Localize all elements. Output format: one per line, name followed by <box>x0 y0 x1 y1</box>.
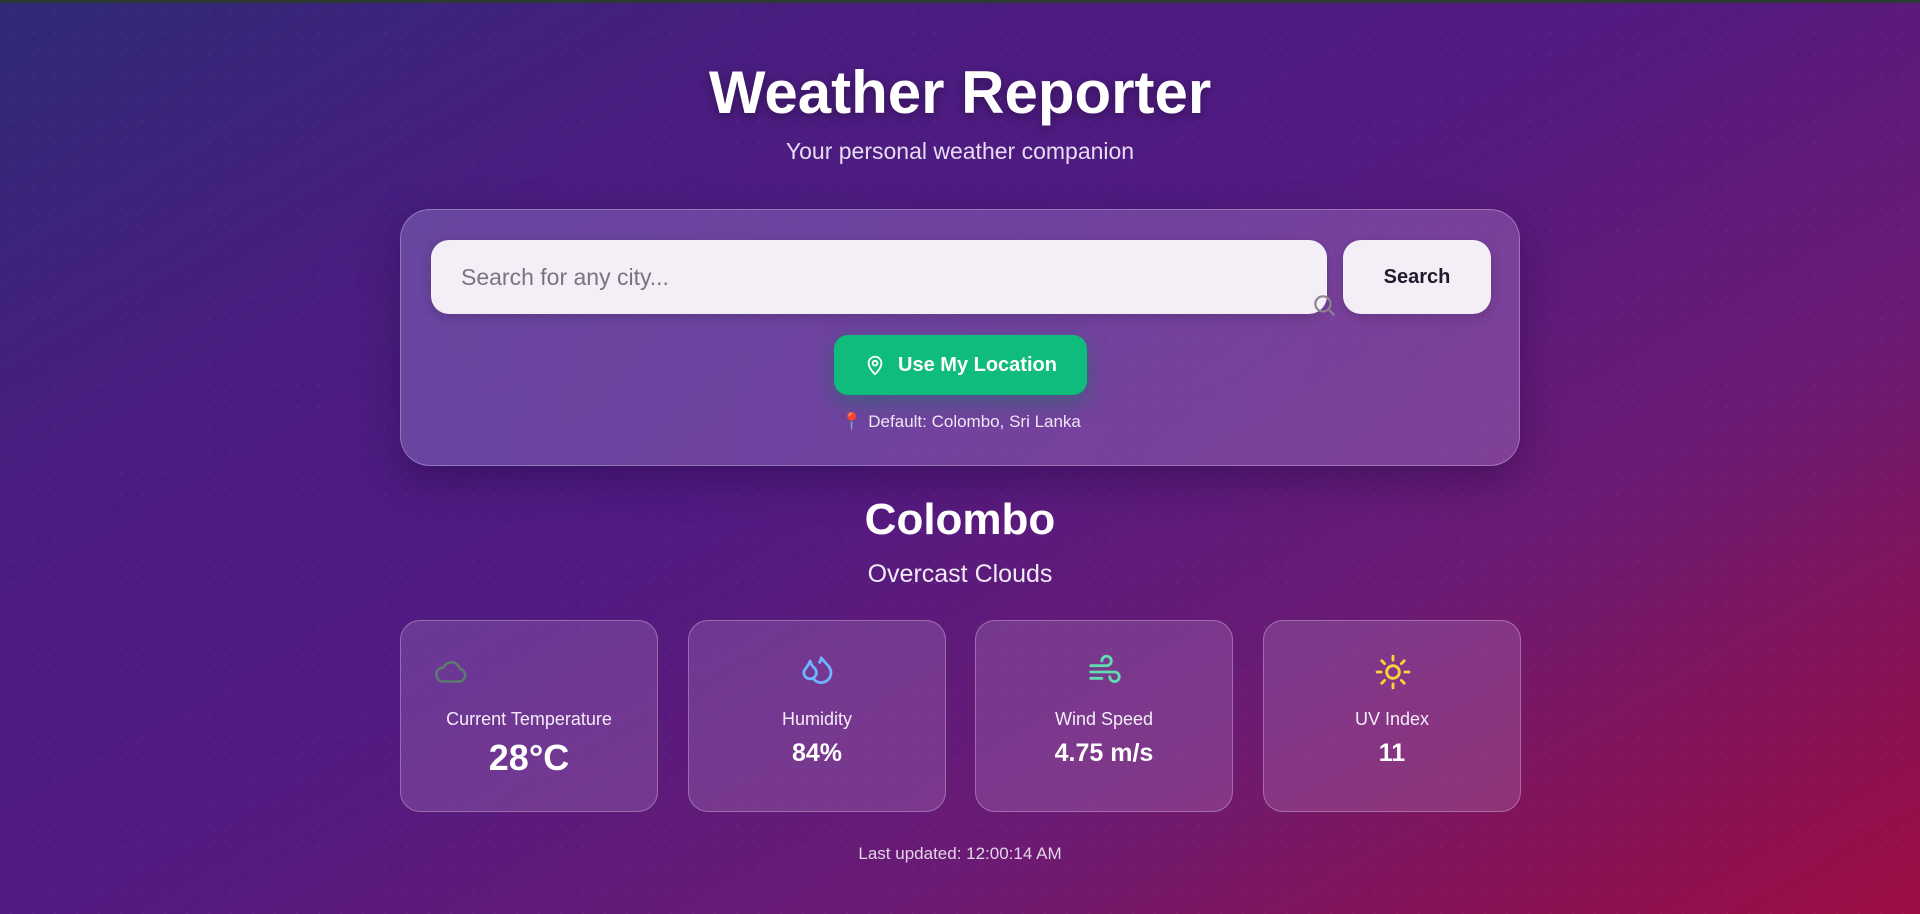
default-location-text: Default: Colombo, Sri Lanka <box>868 412 1081 431</box>
humidity-label: Humidity <box>781 709 852 729</box>
wind-speed-label: Wind Speed <box>1054 709 1154 729</box>
weather-condition: Overcast Clouds <box>867 560 1053 588</box>
uv-index-card: UV Index 11 <box>1263 620 1521 812</box>
wind-speed-value: 4.75 m/s <box>1054 739 1154 767</box>
sun-icon <box>1375 654 1411 690</box>
use-my-location-button[interactable]: Use My Location <box>834 335 1087 395</box>
search-button[interactable]: Search <box>1343 240 1491 314</box>
search-field-container <box>431 240 1335 316</box>
use-my-location-label: Use My Location <box>898 353 1057 376</box>
pin-emoji-icon: 📍 <box>841 412 863 431</box>
droplets-icon <box>802 656 833 684</box>
humidity-value: 84% <box>791 739 843 767</box>
page-subtitle: Your personal weather companion <box>785 138 1135 164</box>
search-panel: Search Use My Location 📍 Default: Colombo… <box>400 209 1520 466</box>
search-icon <box>1314 295 1335 316</box>
search-input[interactable] <box>431 240 1261 314</box>
uv-index-value: 11 <box>1378 739 1406 767</box>
page-title: Weather Reporter <box>708 59 1212 126</box>
city-name: Colombo <box>864 495 1056 544</box>
wind-speed-card: Wind Speed 4.75 m/s <box>975 620 1233 812</box>
cloud-icon <box>435 661 467 683</box>
temperature-card: Current Temperature 28°C <box>400 620 658 812</box>
humidity-card: Humidity 84% <box>688 620 946 812</box>
default-location-note: 📍 Default: Colombo, Sri Lanka <box>401 412 1521 432</box>
window-top-border <box>0 0 1920 3</box>
last-updated-text: Last updated: 12:00:14 AM <box>858 844 1062 863</box>
temperature-label: Current Temperature <box>446 709 612 729</box>
map-pin-icon <box>867 355 883 376</box>
wind-icon <box>1089 654 1121 683</box>
temperature-value: 28°C <box>488 737 570 778</box>
uv-index-label: UV Index <box>1354 709 1430 729</box>
